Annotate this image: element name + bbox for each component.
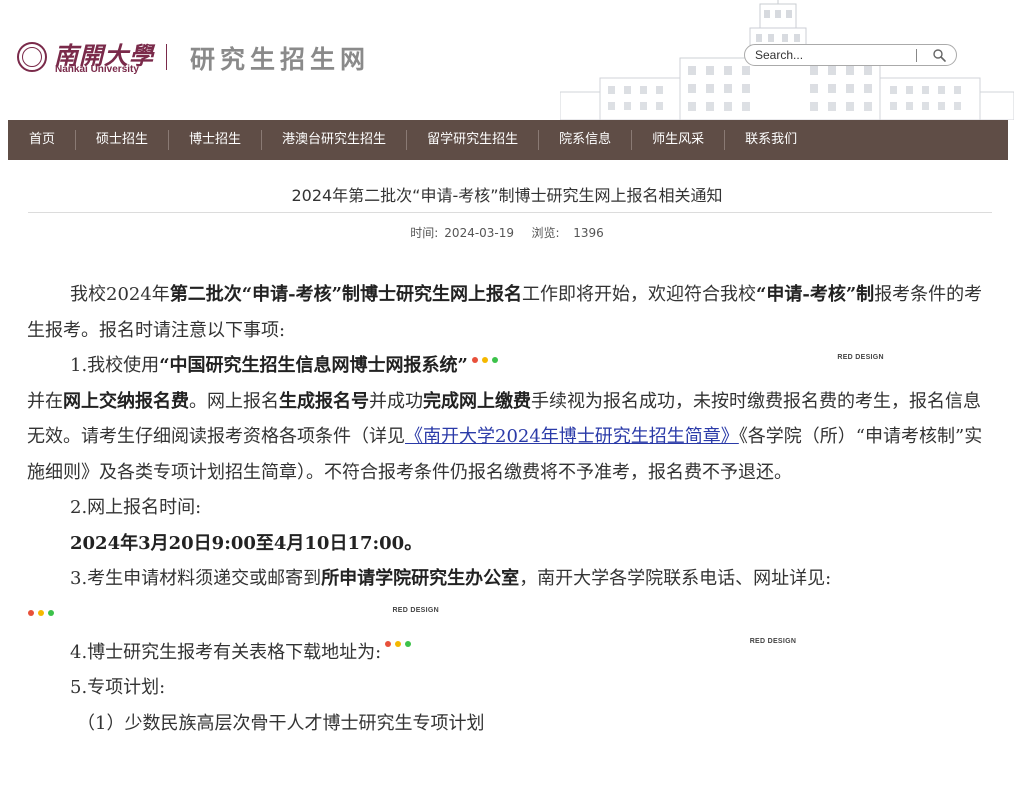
red-design-banner: RED DESIGN	[468, 354, 890, 379]
paragraph-item-3: 3.考生申请材料须递交或邮寄到所申请学院研究生办公室，南开大学各学院联系电话、网…	[27, 561, 989, 597]
banner-label: RED DESIGN	[837, 354, 884, 361]
site-header: 南開大學 Nankai University 研究生招生网	[0, 0, 1014, 120]
bold-span: “中国研究生招生信息网博士网报系统”	[159, 355, 468, 376]
main-nav: 首页 硕士招生 博士招生 港澳台研究生招生 留学研究生招生 院系信息 师生风采 …	[8, 120, 1008, 160]
bold-span: “申请-考核”制	[756, 284, 875, 305]
search-separator	[916, 49, 917, 62]
search-box	[744, 44, 957, 66]
article-title: 2024年第二批次“申请-考核”制博士研究生网上报名相关通知	[291, 186, 723, 205]
university-seal-icon[interactable]	[17, 42, 47, 72]
publish-date: 2024-03-19	[444, 226, 515, 240]
text-span: 1.我校使用	[70, 355, 160, 376]
logo-english[interactable]: Nankai University	[55, 64, 139, 75]
text-span: 我校2024年	[70, 284, 170, 305]
views-label: 浏览:	[531, 226, 560, 240]
nav-item-international[interactable]: 留学研究生招生	[407, 120, 538, 160]
search-icon[interactable]	[931, 48, 949, 63]
banner-label: RED DESIGN	[749, 637, 797, 645]
paragraph-registration-time: 2024年3月20日9:00至4月10日17:00。	[27, 526, 989, 562]
paragraph-item-5: 5.专项计划:	[70, 677, 166, 698]
banner-line: RED DESIGN	[27, 597, 989, 635]
paragraph-item-2: 2.网上报名时间:	[70, 497, 202, 518]
search-input[interactable]	[755, 47, 905, 63]
bold-span: 所申请学院研究生办公室	[321, 568, 520, 589]
bold-span: 完成网上缴费	[423, 390, 531, 412]
red-dot-icon	[471, 357, 478, 363]
article-body: 我校2024年第二批次“申请-考核”制博士研究生网上报名工作即将开始，欢迎符合我…	[27, 277, 989, 741]
view-count: 1396	[573, 226, 604, 240]
admissions-brochure-link[interactable]: 《南开大学2024年博士研究生招生简章》	[405, 426, 739, 447]
site-title: 研究生招生网	[190, 45, 371, 74]
nav-item-people[interactable]: 师生风采	[632, 120, 724, 160]
bold-span: 生成报名号	[279, 390, 369, 412]
nav-item-master[interactable]: 硕士招生	[76, 120, 168, 160]
yellow-dot-icon	[481, 357, 488, 363]
text-span: ，南开大学各学院联系电话、网址详见:	[519, 568, 832, 589]
title-divider	[28, 212, 992, 213]
text-span: 并在	[27, 390, 63, 412]
text-span: 。网上报名	[189, 390, 279, 412]
green-dot-icon	[48, 609, 54, 616]
red-design-banner: RED DESIGN	[381, 638, 802, 663]
red-dot-icon	[28, 609, 34, 616]
nav-item-home[interactable]: 首页	[8, 120, 75, 160]
text-span: 并成功	[369, 390, 423, 412]
yellow-dot-icon	[395, 640, 402, 647]
time-label: 时间:	[410, 226, 439, 240]
text-span: 4.博士研究生报考有关表格下载地址为:	[70, 641, 382, 663]
bold-span: 2024年3月20日9:00至4月10日17:00。	[70, 532, 423, 554]
red-dot-icon	[385, 640, 392, 647]
nav-item-hk-macau-taiwan[interactable]: 港澳台研究生招生	[262, 120, 406, 160]
banner-label: RED DESIGN	[392, 606, 439, 614]
bold-span: 第二批次“申请-考核”制博士研究生网上报名	[169, 284, 522, 305]
text-span: 3.考生申请材料须递交或邮寄到	[70, 568, 322, 589]
paragraph-intro: 我校2024年第二批次“申请-考核”制博士研究生网上报名工作即将开始，欢迎符合我…	[27, 277, 989, 348]
nav-item-contact[interactable]: 联系我们	[725, 120, 817, 160]
logo-divider	[166, 44, 167, 70]
text-span: 工作即将开始，欢迎符合我校	[522, 284, 756, 305]
nav-item-departments[interactable]: 院系信息	[539, 120, 631, 160]
paragraph-item-1: 1.我校使用“中国研究生招生信息网博士网报系统” RED DESIGN	[27, 348, 989, 384]
yellow-dot-icon	[38, 609, 44, 616]
red-design-banner: RED DESIGN	[24, 607, 445, 632]
green-dot-icon	[491, 357, 498, 363]
paragraph-item-4: 4.博士研究生报考有关表格下载地址为: RED DESIGN	[27, 635, 989, 671]
bold-span: 网上交纳报名费	[63, 390, 189, 412]
article-meta: 时间: 2024-03-19 浏览: 1396	[0, 224, 1014, 241]
nav-item-doctoral[interactable]: 博士招生	[169, 120, 261, 160]
green-dot-icon	[405, 640, 412, 647]
paragraph-item-5-1: （1）少数民族高层次骨干人才博士研究生专项计划	[77, 712, 485, 734]
